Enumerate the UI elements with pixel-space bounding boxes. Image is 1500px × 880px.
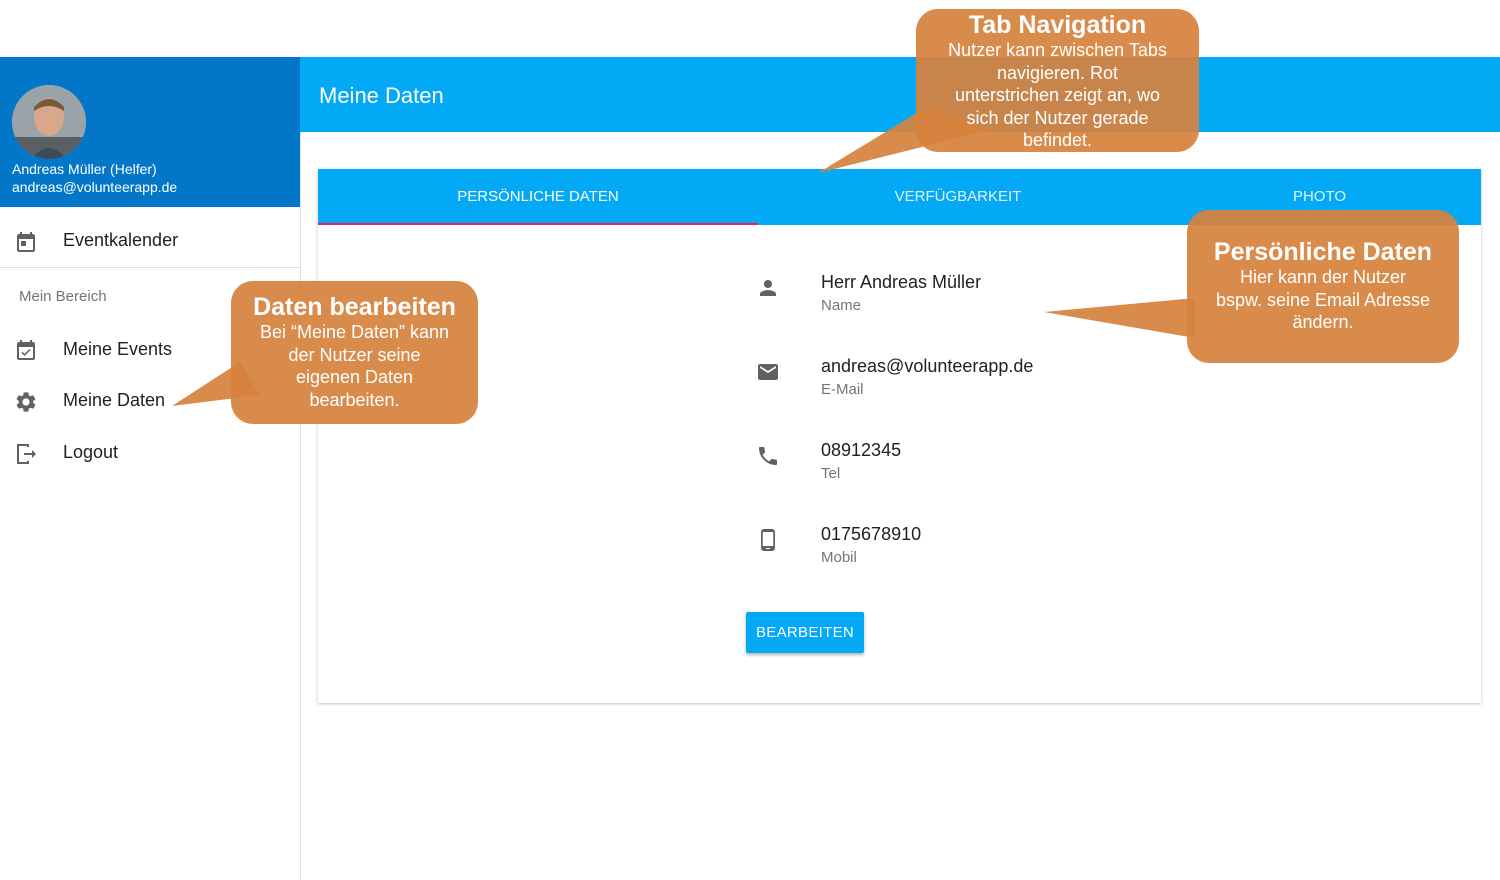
callout-pointers <box>172 105 1195 406</box>
callout-daten-bearbeiten: Daten bearbeiten Bei “Meine Daten” kann … <box>231 281 478 424</box>
callout-title: Persönliche Daten <box>1213 238 1433 266</box>
callout-line: navigieren. Rot <box>996 62 1119 83</box>
callout-line: befindet. <box>1022 130 1093 150</box>
callout-line: der Nutzer seine <box>288 344 421 365</box>
callout-persoenliche-daten: Persönliche Daten Hier kann der Nutzer b… <box>1187 210 1459 363</box>
callout-line: eigenen Daten <box>295 367 414 387</box>
callout-line: sich der Nutzer gerade <box>966 107 1149 128</box>
callout-line: Bei “Meine Daten” kann <box>259 322 450 342</box>
callout-line: bspw. seine Email Adresse <box>1215 289 1431 310</box>
callout-line: unterstrichen zeigt an, wo <box>954 85 1161 105</box>
callout-tab-navigation: Tab Navigation Nutzer kann zwischen Tabs… <box>916 9 1199 152</box>
callout-title: Daten bearbeiten <box>253 293 456 321</box>
callout-line: Hier kann der Nutzer <box>1239 267 1407 287</box>
callout-line: Nutzer kann zwischen Tabs <box>948 40 1167 60</box>
callout-line: ändern. <box>1292 312 1354 332</box>
callout-line: bearbeiten. <box>309 389 400 410</box>
callout-title: Tab Navigation <box>968 11 1147 39</box>
callout-pointer-personal <box>1044 298 1195 338</box>
